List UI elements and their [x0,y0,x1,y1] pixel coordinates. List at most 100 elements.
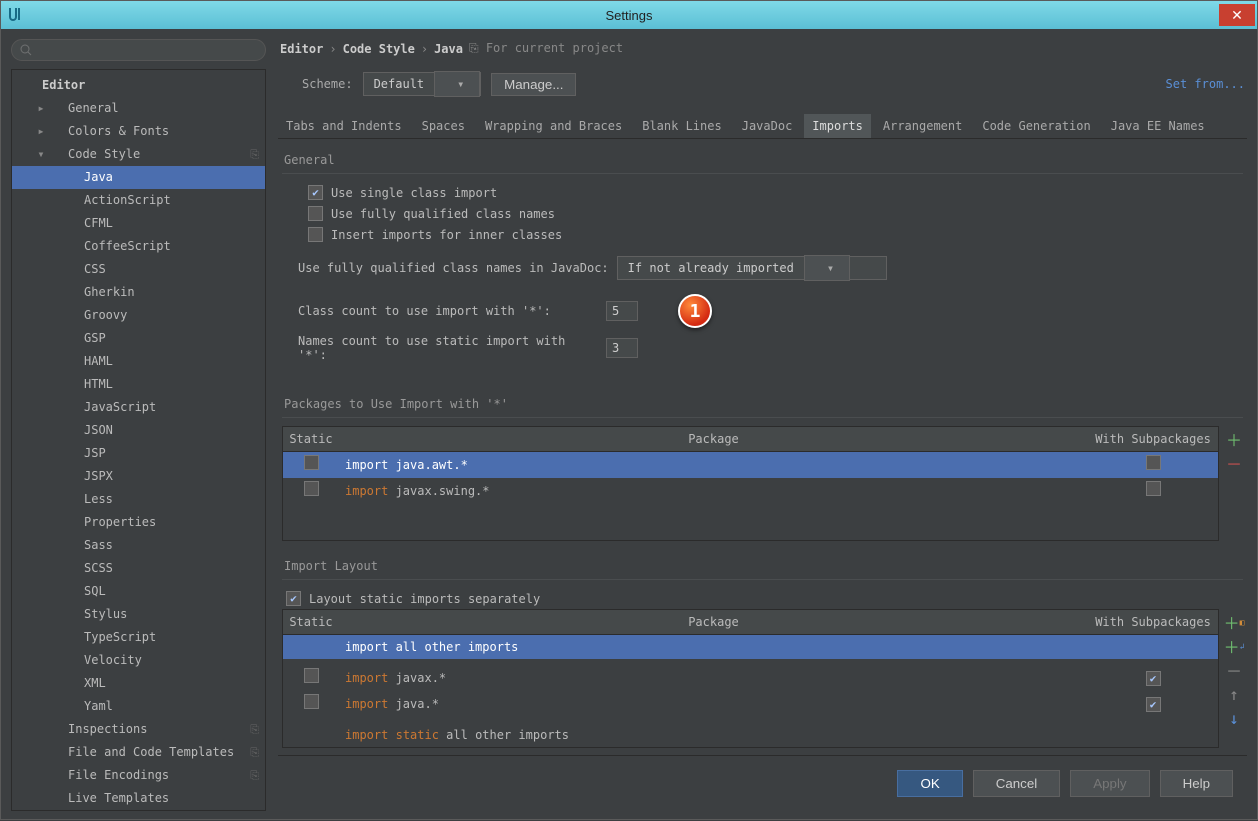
use-single-label: Use single class import [331,186,497,200]
app-logo [7,6,23,25]
sidebar-item-file-encodings[interactable]: File Encodings⎘ [12,764,265,787]
sidebar-item-jspx[interactable]: JSPX [12,465,265,488]
sidebar-item-file-types[interactable]: File Types [12,810,265,811]
add-package-layout-button[interactable]: ＋◧ [1225,613,1243,631]
main-panel: Editor› Code Style› Java ⎘ For current p… [278,39,1247,811]
sidebar-item-yaml[interactable]: Yaml [12,695,265,718]
import-layout-table[interactable]: Static Package With Subpackages import a… [282,609,1219,748]
class-count-input[interactable]: 5 [606,301,638,321]
tab-arrangement[interactable]: Arrangement [875,114,970,138]
tab-blank-lines[interactable]: Blank Lines [634,114,729,138]
sidebar-item-file-and-code-templates[interactable]: File and Code Templates⎘ [12,741,265,764]
table-row[interactable]: import static all other imports [283,723,1218,747]
section-pkg-star: Packages to Use Import with '*' [282,393,1243,418]
sidebar-item-gsp[interactable]: GSP [12,327,265,350]
tab-java-ee-names[interactable]: Java EE Names [1103,114,1213,138]
move-down-button[interactable]: ↓ [1225,709,1243,727]
chevron-down-icon: ▾ [804,255,850,281]
packages-star-table[interactable]: Static Package With Subpackages import j… [282,426,1219,541]
settings-tree: Editor ▸General▸Colors & Fonts▾Code Styl… [11,69,266,811]
sidebar-item-coffeescript[interactable]: CoffeeScript [12,235,265,258]
sidebar-item-haml[interactable]: HAML [12,350,265,373]
use-single-class-import-checkbox[interactable] [308,185,323,200]
sidebar-item-javascript[interactable]: JavaScript [12,396,265,419]
table-row[interactable]: import java.* [283,691,1218,717]
tab-imports[interactable]: Imports [804,114,871,138]
add-package-button[interactable]: ＋ [1225,430,1243,448]
subpackages-checkbox[interactable] [1146,697,1161,712]
tab-spaces[interactable]: Spaces [414,114,473,138]
move-up-button[interactable]: ↑ [1225,685,1243,703]
sidebar-item-json[interactable]: JSON [12,419,265,442]
sidebar-item-java[interactable]: Java [12,166,265,189]
subpackages-checkbox[interactable] [1146,455,1161,470]
project-scope-icon: ⎘ [250,720,259,739]
subpackages-checkbox[interactable] [1146,481,1161,496]
project-scope-icon: ⎘ [250,766,259,785]
sidebar: Editor ▸General▸Colors & Fonts▾Code Styl… [11,39,266,811]
set-from-link[interactable]: Set from... [1166,77,1245,91]
sidebar-item-jsp[interactable]: JSP [12,442,265,465]
sidebar-item-actionscript[interactable]: ActionScript [12,189,265,212]
sidebar-item-xml[interactable]: XML [12,672,265,695]
project-scope-icon: ⎘ For current project [469,41,623,56]
table-row[interactable] [283,659,1218,665]
static-checkbox[interactable] [304,455,319,470]
search-input[interactable] [11,39,266,61]
window-title: Settings [606,8,653,23]
static-checkbox[interactable] [304,694,319,709]
dialog-footer: OK Cancel Apply Help [278,755,1247,811]
breadcrumb: Editor› Code Style› Java ⎘ For current p… [278,39,1247,66]
tab-tabs-and-indents[interactable]: Tabs and Indents [278,114,410,138]
static-checkbox[interactable] [304,481,319,496]
sidebar-item-gherkin[interactable]: Gherkin [12,281,265,304]
names-count-input[interactable]: 3 [606,338,638,358]
add-blank-line-button[interactable]: ＋↲ [1225,637,1243,655]
section-import-layout: Import Layout [282,555,1243,580]
sidebar-item-scss[interactable]: SCSS [12,557,265,580]
static-checkbox[interactable] [304,668,319,683]
table-row[interactable]: import javax.* [283,665,1218,691]
sidebar-item-sql[interactable]: SQL [12,580,265,603]
sidebar-item-typescript[interactable]: TypeScript [12,626,265,649]
use-fq-checkbox[interactable] [308,206,323,221]
layout-static-checkbox[interactable] [286,591,301,606]
project-scope-icon: ⎘ [250,743,259,762]
sidebar-item-live-templates[interactable]: Live Templates [12,787,265,810]
sidebar-item-colors-fonts[interactable]: ▸Colors & Fonts [12,120,265,143]
manage-button[interactable]: Manage... [491,73,576,96]
sidebar-item-css[interactable]: CSS [12,258,265,281]
table-row[interactable]: import all other imports [283,635,1218,659]
sidebar-item-code-style[interactable]: ▾Code Style⎘ [12,143,265,166]
sidebar-item-cfml[interactable]: CFML [12,212,265,235]
sidebar-item-groovy[interactable]: Groovy [12,304,265,327]
tab-wrapping-and-braces[interactable]: Wrapping and Braces [477,114,630,138]
tab-javadoc[interactable]: JavaDoc [734,114,801,138]
sidebar-item-inspections[interactable]: Inspections⎘ [12,718,265,741]
tab-code-generation[interactable]: Code Generation [974,114,1098,138]
help-button[interactable]: Help [1160,770,1233,797]
chevron-down-icon: ▾ [434,71,480,97]
cancel-button[interactable]: Cancel [973,770,1061,797]
scheme-select[interactable]: Default▾ [363,72,482,96]
section-general: General [282,149,1243,174]
sidebar-item-general[interactable]: ▸General [12,97,265,120]
sidebar-item-velocity[interactable]: Velocity [12,649,265,672]
insert-inner-checkbox[interactable] [308,227,323,242]
remove-package-button[interactable]: － [1225,454,1243,472]
sidebar-item-html[interactable]: HTML [12,373,265,396]
titlebar: Settings ✕ [1,1,1257,29]
sidebar-item-properties[interactable]: Properties [12,511,265,534]
ok-button[interactable]: OK [897,770,962,797]
table-row[interactable]: import java.awt.* [283,452,1218,478]
table-row[interactable]: import javax.swing.* [283,478,1218,504]
subpackages-checkbox[interactable] [1146,671,1161,686]
remove-layout-button[interactable]: － [1225,661,1243,679]
sidebar-item-less[interactable]: Less [12,488,265,511]
tree-heading: Editor [12,74,265,97]
apply-button[interactable]: Apply [1070,770,1149,797]
sidebar-item-sass[interactable]: Sass [12,534,265,557]
close-button[interactable]: ✕ [1219,4,1255,26]
sidebar-item-stylus[interactable]: Stylus [12,603,265,626]
fq-javadoc-select[interactable]: If not already imported▾ [617,256,887,280]
